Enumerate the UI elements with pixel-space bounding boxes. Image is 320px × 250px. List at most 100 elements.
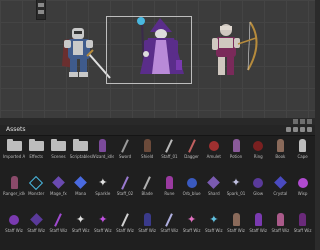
asset-label: Mana — [75, 191, 87, 196]
scene-tool-strip[interactable] — [36, 0, 46, 20]
asset-label: Spark_01 — [226, 191, 246, 196]
asset-tile[interactable]: Mage_fx — [47, 175, 69, 199]
asset-tile[interactable]: Staff Wiz — [247, 212, 269, 236]
stick-icon — [187, 138, 196, 153]
tool-icon[interactable] — [38, 3, 44, 7]
scene-view[interactable] — [0, 0, 315, 118]
asset-tile[interactable]: Scriptables — [70, 138, 92, 162]
star-icon: ✦ — [98, 213, 108, 226]
archer-sprite[interactable] — [204, 20, 264, 82]
asset-tile[interactable]: Wisp — [292, 175, 314, 199]
asset-tile[interactable]: Dagger — [181, 138, 203, 162]
figure-icon — [299, 139, 307, 152]
asset-label: Imported Assets — [3, 154, 25, 159]
asset-tile[interactable]: Amulet — [203, 138, 225, 162]
asset-tile[interactable]: Staff Wiz — [225, 212, 247, 236]
asset-tile[interactable]: Scenes — [47, 138, 69, 162]
folder-icon — [28, 138, 44, 151]
asset-label: Staff Wiz — [204, 228, 223, 233]
asset-tile[interactable]: ✦ Staff Wiz — [181, 212, 203, 236]
asset-tile[interactable]: Staff Wiz — [136, 212, 158, 236]
asset-tile[interactable]: Shield — [136, 138, 158, 162]
orb-icon — [253, 140, 264, 151]
asset-tile[interactable]: Book — [269, 138, 291, 162]
asset-tile[interactable]: Monster — [25, 175, 47, 199]
asset-tile[interactable]: Mana — [70, 175, 92, 199]
asset-tile[interactable]: ✦ Staff Wiz — [70, 212, 92, 236]
asset-tile[interactable]: Staff_02 — [114, 175, 136, 199]
asset-label: Staff Wiz — [71, 228, 90, 233]
asset-label: Crystal — [273, 191, 288, 196]
stick-icon — [54, 212, 63, 227]
star-filter-icon[interactable] — [293, 127, 298, 132]
asset-label: Staff Wiz — [249, 228, 268, 233]
orb-icon — [253, 177, 264, 188]
asset-tile[interactable]: Effects — [25, 138, 47, 162]
asset-tile[interactable]: Wizard_idle — [92, 138, 114, 162]
folder-icon — [73, 138, 89, 151]
asset-tile[interactable]: Staff Wiz — [47, 212, 69, 236]
asset-tile[interactable]: Staff Wiz — [292, 212, 314, 236]
asset-tile[interactable]: Staff Wiz — [25, 212, 47, 236]
asset-label: Staff Wiz — [271, 228, 290, 233]
asset-tile[interactable]: ✦ Staff Wiz — [203, 212, 225, 236]
stick-icon — [121, 212, 129, 227]
asset-label: Staff Wiz — [293, 228, 312, 233]
pin-icon[interactable] — [293, 119, 298, 124]
asset-tile[interactable]: Crystal — [269, 175, 291, 199]
asset-tile[interactable]: Shard — [203, 175, 225, 199]
asset-label: Wisp — [297, 191, 308, 196]
asset-tile[interactable]: Glow — [247, 175, 269, 199]
asset-tile[interactable]: Staff Wiz — [3, 212, 25, 236]
size-slider-icon[interactable] — [307, 127, 312, 132]
lock-icon[interactable] — [300, 119, 305, 124]
asset-tile[interactable]: ✦ Sparkle — [92, 175, 114, 199]
asset-label: Staff Wiz — [49, 228, 68, 233]
filter-icon[interactable] — [286, 127, 291, 132]
eye-icon[interactable] — [300, 127, 305, 132]
asset-label: Staff_02 — [116, 191, 134, 196]
asset-tile[interactable]: ✦ Staff Wiz — [92, 212, 114, 236]
asset-label: Ranger_idle — [3, 191, 25, 196]
tab-assets[interactable]: Assets — [2, 126, 30, 134]
stick-icon — [143, 175, 152, 190]
asset-tile[interactable]: Imported Assets — [3, 138, 25, 162]
asset-tile[interactable]: Ranger_idle — [3, 175, 25, 199]
asset-tile[interactable]: Rune — [158, 175, 180, 199]
asset-tile[interactable]: Orb_blue — [181, 175, 203, 199]
folder-icon — [6, 138, 22, 151]
asset-tile[interactable]: Blade — [136, 175, 158, 199]
figure-icon — [276, 213, 284, 226]
star-icon: ✦ — [75, 213, 86, 226]
asset-label: Monster — [28, 191, 45, 196]
asset-tile[interactable]: Potion — [225, 138, 247, 162]
asset-label: Blade — [141, 191, 153, 196]
asset-tile[interactable]: Staff Wiz — [158, 212, 180, 236]
asset-label: Staff Wiz — [93, 228, 112, 233]
asset-label: Effects — [29, 154, 43, 159]
asset-label: Ring — [253, 154, 263, 159]
asset-label: Sword — [118, 154, 132, 159]
asset-tile[interactable]: Sword — [114, 138, 136, 162]
gem-icon — [74, 176, 87, 189]
asset-label: Glow — [253, 191, 264, 196]
asset-tile[interactable]: Cape — [292, 138, 314, 162]
asset-label: Staff_01 — [161, 154, 178, 159]
asset-label: Sparkle — [95, 191, 111, 196]
asset-label: Dagger — [184, 154, 199, 159]
orb-icon — [297, 177, 308, 188]
star-icon: ✦ — [98, 176, 108, 189]
assets-panel: Assets Imported Assets Effects ScenesScrip… — [0, 118, 315, 250]
asset-tile[interactable]: ✦ Spark_01 — [225, 175, 247, 199]
asset-tile[interactable]: Staff Wiz — [269, 212, 291, 236]
figure-icon — [254, 213, 262, 226]
stick-icon — [121, 175, 129, 190]
asset-tile[interactable]: Staff_01 — [158, 138, 180, 162]
figure-icon — [143, 139, 151, 152]
menu-icon[interactable] — [307, 119, 312, 124]
tool-icon[interactable] — [38, 10, 44, 14]
star-icon: ✦ — [209, 213, 219, 226]
orb-icon — [186, 177, 197, 188]
asset-tile[interactable]: Ring — [247, 138, 269, 162]
asset-tile[interactable]: Staff Wiz — [114, 212, 136, 236]
